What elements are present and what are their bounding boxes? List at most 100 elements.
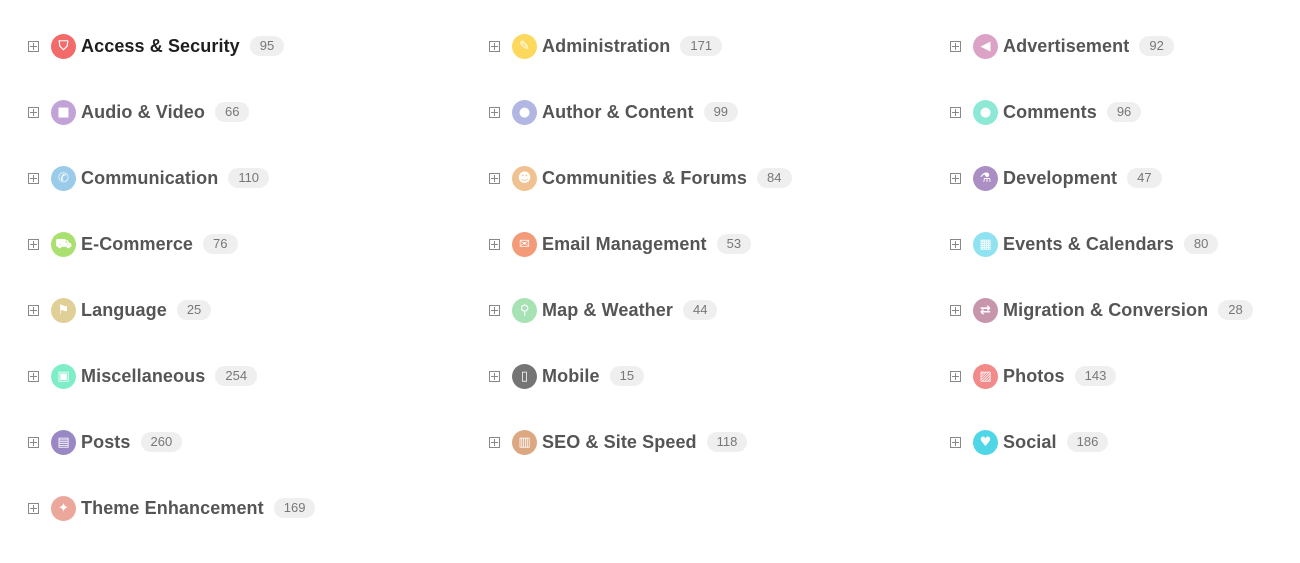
- category-item[interactable]: ✎ Administration 171: [489, 33, 792, 59]
- expand-plus-icon[interactable]: [950, 40, 961, 52]
- category-label[interactable]: Posts: [81, 432, 131, 453]
- expand-plus-icon[interactable]: [28, 436, 39, 448]
- category-label[interactable]: Map & Weather: [542, 300, 673, 321]
- count-badge: 99: [703, 102, 739, 122]
- count-badge: 25: [176, 300, 212, 320]
- expand-plus-icon[interactable]: [489, 172, 500, 184]
- category-item[interactable]: ◀ Advertisement 92: [950, 33, 1253, 59]
- expand-plus-icon[interactable]: [950, 106, 961, 118]
- category-item[interactable]: ▣ Miscellaneous 254: [28, 363, 315, 389]
- category-item[interactable]: ▨ Photos 143: [950, 363, 1253, 389]
- expand-plus-icon[interactable]: [950, 304, 961, 316]
- expand-plus-icon[interactable]: [489, 304, 500, 316]
- category-label[interactable]: SEO & Site Speed: [542, 432, 697, 453]
- expand-plus-icon[interactable]: [28, 238, 39, 250]
- category-label[interactable]: Audio & Video: [81, 102, 205, 123]
- category-label[interactable]: Events & Calendars: [1003, 234, 1174, 255]
- category-label[interactable]: Communication: [81, 168, 218, 189]
- expand-plus-icon[interactable]: [950, 436, 961, 448]
- category-label[interactable]: E-Commerce: [81, 234, 193, 255]
- count-badge: 95: [249, 36, 285, 56]
- envelope-icon: ✉: [512, 231, 537, 257]
- category-item[interactable]: ■ Audio & Video 66: [28, 99, 315, 125]
- category-label[interactable]: Development: [1003, 168, 1117, 189]
- expand-plus-icon[interactable]: [28, 304, 39, 316]
- count-badge: 143: [1074, 366, 1117, 386]
- expand-plus-icon[interactable]: [28, 370, 39, 382]
- arrows-exchange-icon: ⇄: [973, 297, 998, 323]
- category-item[interactable]: ☻ Communities & Forums 84: [489, 165, 792, 191]
- calendar-icon: ▦: [973, 231, 998, 257]
- category-item[interactable]: ⚗ Development 47: [950, 165, 1253, 191]
- category-label[interactable]: Email Management: [542, 234, 707, 255]
- video-camera-icon: ■: [51, 99, 76, 125]
- expand-plus-icon[interactable]: [489, 40, 500, 52]
- category-label[interactable]: Miscellaneous: [81, 366, 205, 387]
- category-item[interactable]: ⛟ E-Commerce 76: [28, 231, 315, 257]
- category-label[interactable]: Migration & Conversion: [1003, 300, 1208, 321]
- category-item[interactable]: ● Comments 96: [950, 99, 1253, 125]
- category-item[interactable]: ✆ Communication 110: [28, 165, 315, 191]
- expand-plus-icon[interactable]: [28, 502, 39, 514]
- count-badge: 80: [1183, 234, 1219, 254]
- category-item[interactable]: ⛉ Access & Security 95: [28, 33, 315, 59]
- count-badge: 169: [273, 498, 316, 518]
- category-label[interactable]: Theme Enhancement: [81, 498, 264, 519]
- category-label[interactable]: Author & Content: [542, 102, 694, 123]
- shield-icon: ⛉: [51, 33, 76, 59]
- category-column: ⛉ Access & Security 95 ■ Audio & Video 66 ✆ Com…: [28, 33, 316, 561]
- category-label[interactable]: Language: [81, 300, 167, 321]
- category-item[interactable]: ▥ SEO & Site Speed 118: [489, 429, 792, 455]
- category-label[interactable]: Advertisement: [1003, 36, 1129, 57]
- user-icon: ●: [512, 99, 537, 125]
- category-item[interactable]: ✦ Theme Enhancement 169: [28, 495, 316, 521]
- expand-plus-icon[interactable]: [28, 40, 39, 52]
- expand-plus-icon[interactable]: [489, 436, 500, 448]
- count-badge: 28: [1218, 300, 1253, 320]
- category-item[interactable]: ● Author & Content 99: [489, 99, 792, 125]
- mobile-phone-icon: ▯: [512, 363, 537, 389]
- count-badge: 254: [215, 366, 258, 386]
- group-icon: ☻: [512, 165, 537, 191]
- category-label[interactable]: Administration: [542, 36, 670, 57]
- category-label[interactable]: Photos: [1003, 366, 1065, 387]
- category-item[interactable]: ▯ Mobile 15: [489, 363, 792, 389]
- megaphone-icon: ◀: [973, 33, 998, 59]
- count-badge: 110: [228, 168, 270, 188]
- category-item[interactable]: ▦ Events & Calendars 80: [950, 231, 1253, 257]
- expand-plus-icon[interactable]: [950, 238, 961, 250]
- category-item[interactable]: ▤ Posts 260: [28, 429, 315, 455]
- count-badge: 66: [214, 102, 250, 122]
- expand-plus-icon[interactable]: [950, 370, 961, 382]
- speech-bubble-icon: ●: [973, 99, 998, 125]
- count-badge: 186: [1066, 432, 1109, 452]
- expand-plus-icon[interactable]: [28, 106, 39, 118]
- expand-plus-icon[interactable]: [489, 238, 500, 250]
- count-badge: 47: [1127, 168, 1162, 188]
- magic-wand-icon: ✦: [51, 495, 76, 521]
- expand-plus-icon[interactable]: [489, 106, 500, 118]
- category-item[interactable]: ⚲ Map & Weather 44: [489, 297, 792, 323]
- phone-icon: ✆: [51, 165, 76, 191]
- category-item[interactable]: ♥ Social 186: [950, 429, 1253, 455]
- expand-plus-icon[interactable]: [950, 172, 961, 184]
- category-label[interactable]: Comments: [1003, 102, 1097, 123]
- count-badge: 44: [683, 300, 718, 320]
- category-item[interactable]: ✉ Email Management 53: [489, 231, 792, 257]
- category-item[interactable]: ⇄ Migration & Conversion 28: [950, 297, 1253, 323]
- expand-plus-icon[interactable]: [489, 370, 500, 382]
- category-column: ◀ Advertisement 92 ● Comments 96 ⚗ Development 4…: [950, 33, 1253, 495]
- count-badge: 118: [706, 432, 748, 452]
- count-badge: 260: [140, 432, 183, 452]
- count-badge: 84: [757, 168, 792, 188]
- expand-plus-icon[interactable]: [28, 172, 39, 184]
- count-badge: 76: [203, 234, 238, 254]
- category-label[interactable]: Mobile: [542, 366, 600, 387]
- category-item[interactable]: ⚑ Language 25: [28, 297, 315, 323]
- twitter-bird-icon: ♥: [973, 429, 998, 455]
- category-label[interactable]: Social: [1003, 432, 1057, 453]
- category-label[interactable]: Communities & Forums: [542, 168, 747, 189]
- count-badge: 92: [1139, 36, 1174, 56]
- category-column: ✎ Administration 171 ● Author & Content 99 ☻ Co…: [489, 33, 792, 495]
- category-label[interactable]: Access & Security: [81, 36, 240, 57]
